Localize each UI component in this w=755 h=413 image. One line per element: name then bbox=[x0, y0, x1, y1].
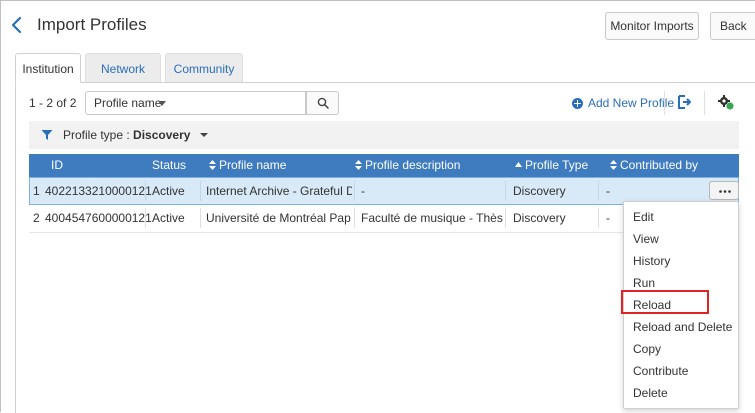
cell-profile-name: Université de Montréal Pap… bbox=[206, 211, 352, 225]
sort-icon bbox=[355, 160, 362, 170]
cell-profile-description: - bbox=[361, 184, 365, 198]
sort-icon bbox=[610, 160, 617, 170]
column-divider bbox=[354, 208, 355, 228]
cell-contributed-by: - bbox=[606, 184, 610, 198]
column-divider bbox=[145, 181, 146, 201]
app-frame: Import Profiles Monitor Imports Back Ins… bbox=[0, 0, 755, 413]
chevron-left-icon[interactable] bbox=[8, 15, 26, 35]
search-field-select-label: Profile name bbox=[94, 96, 162, 110]
column-header-label: Profile name bbox=[219, 158, 287, 172]
cell-profile-type: Discovery bbox=[513, 184, 566, 198]
column-header-profile-type[interactable]: Profile Type bbox=[515, 154, 588, 177]
add-new-profile-label: Add New Profile bbox=[588, 96, 675, 110]
search-button[interactable] bbox=[306, 91, 339, 115]
page-header: Import Profiles Monitor Imports Back bbox=[1, 1, 755, 49]
column-divider bbox=[200, 181, 201, 201]
more-icon bbox=[719, 190, 731, 193]
sort-icon bbox=[209, 160, 216, 170]
profile-type-filter[interactable]: Profile type : Discovery bbox=[63, 128, 208, 142]
filter-icon bbox=[41, 130, 53, 140]
search-field-select[interactable]: Profile name bbox=[85, 91, 173, 115]
column-header-label: Contributed by bbox=[620, 158, 699, 172]
column-divider bbox=[354, 181, 355, 201]
caret-down-icon bbox=[199, 133, 208, 137]
column-divider bbox=[505, 208, 506, 228]
menu-item-reload[interactable]: Reload bbox=[624, 294, 740, 316]
plus-circle-icon bbox=[572, 97, 583, 109]
menu-item-view[interactable]: View bbox=[624, 228, 740, 250]
menu-item-copy[interactable]: Copy bbox=[624, 338, 740, 360]
filter-bar: Profile type : Discovery bbox=[29, 121, 739, 149]
column-divider bbox=[505, 181, 506, 201]
page-title: Import Profiles bbox=[37, 15, 147, 34]
column-header-status[interactable]: Status bbox=[152, 154, 186, 177]
cell-status: Active bbox=[152, 211, 185, 225]
column-header-profile-description[interactable]: Profile description bbox=[355, 154, 460, 177]
filter-label: Profile type : bbox=[63, 128, 130, 142]
export-icon[interactable] bbox=[676, 93, 692, 111]
cell-status: Active bbox=[152, 184, 185, 198]
column-header-contributed-by[interactable]: Contributed by bbox=[610, 154, 698, 177]
results-count: 1 - 2 of 2 bbox=[29, 96, 77, 110]
column-header-id[interactable]: ID bbox=[51, 154, 63, 177]
menu-item-history[interactable]: History bbox=[624, 250, 740, 272]
row-actions-button[interactable] bbox=[709, 181, 739, 200]
add-new-profile-link[interactable]: Add New Profile bbox=[572, 95, 674, 111]
caret-down-icon bbox=[158, 101, 166, 106]
row-number: 1 bbox=[33, 184, 40, 198]
cell-profile-name: Internet Archive - Grateful Dead bbox=[206, 184, 352, 198]
menu-item-edit[interactable]: Edit bbox=[624, 206, 740, 228]
tab-institution[interactable]: Institution bbox=[15, 53, 81, 83]
back-button[interactable]: Back bbox=[710, 12, 755, 40]
cell-id: 4022133210000121 bbox=[45, 184, 152, 198]
cell-profile-description: Faculté de musique - Thèse… bbox=[361, 211, 503, 225]
column-divider bbox=[598, 208, 599, 228]
column-header-label: Profile description bbox=[365, 158, 461, 172]
search-input[interactable] bbox=[172, 91, 306, 115]
filter-value: Discovery bbox=[133, 128, 191, 142]
menu-item-reload-and-delete[interactable]: Reload and Delete bbox=[624, 316, 740, 338]
table-header: ID Status Profile name Profile descripti… bbox=[29, 154, 739, 177]
tab-community[interactable]: Community bbox=[165, 53, 243, 83]
settings-icon[interactable] bbox=[717, 93, 735, 111]
column-header-profile-name[interactable]: Profile name bbox=[209, 154, 286, 177]
cell-contributed-by: - bbox=[606, 211, 610, 225]
search-icon bbox=[317, 97, 329, 109]
row-actions-menu: Edit View History Run Reload Reload and … bbox=[623, 201, 739, 409]
column-header-label: Profile Type bbox=[525, 158, 589, 172]
toolbar-divider bbox=[664, 91, 665, 115]
column-divider bbox=[145, 208, 146, 228]
menu-item-delete[interactable]: Delete bbox=[624, 382, 740, 404]
menu-item-contribute[interactable]: Contribute bbox=[624, 360, 740, 382]
menu-item-run[interactable]: Run bbox=[624, 272, 740, 294]
cell-profile-type: Discovery bbox=[513, 211, 566, 225]
toolbar-divider bbox=[704, 91, 705, 115]
monitor-imports-button[interactable]: Monitor Imports bbox=[605, 12, 699, 40]
column-divider bbox=[598, 181, 599, 201]
tab-network[interactable]: Network bbox=[85, 53, 161, 83]
row-number: 2 bbox=[33, 211, 40, 225]
cell-id: 4004547600000121 bbox=[45, 211, 152, 225]
sort-ascending-icon bbox=[515, 162, 522, 167]
column-divider bbox=[200, 208, 201, 228]
